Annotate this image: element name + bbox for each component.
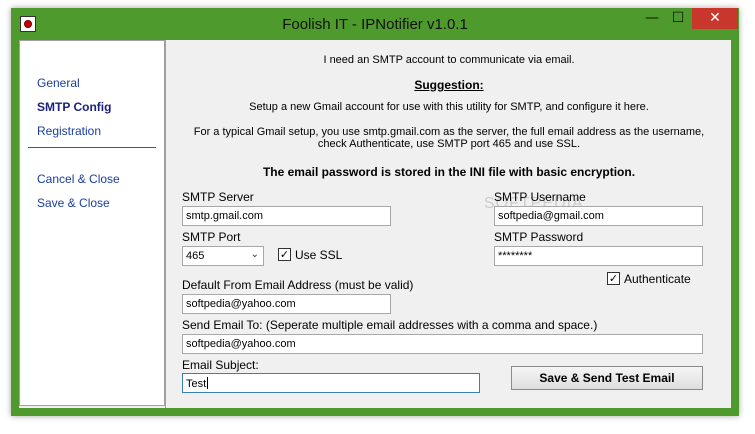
close-button[interactable]: ✕ [692,8,738,29]
smtp-port-value: 465 [186,250,205,262]
use-ssl-checkbox[interactable]: ✓ [278,248,291,261]
smtp-username-input[interactable]: softpedia@gmail.com [494,206,703,226]
save-close-link[interactable]: Save & Close [37,196,110,210]
text-caret [207,377,209,389]
suggestion-line-2a: For a typical Gmail setup, you use smtp.… [193,126,705,138]
authenticate-label[interactable]: Authenticate [624,272,691,286]
email-subject-input[interactable]: Test [182,373,480,393]
sidebar-item-smtp-config[interactable]: SMTP Config [37,100,111,114]
sidebar-item-general[interactable]: General [37,76,80,90]
smtp-config-panel: I need an SMTP account to communicate vi… [165,40,731,408]
title-bar[interactable]: Foolish IT - IPNotifier v1.0.1 — ☐ ✕ [11,8,739,40]
use-ssl-label[interactable]: Use SSL [295,248,342,262]
suggestion-line-2b: check Authenticate, use SMTP port 465 an… [317,138,581,150]
authenticate-checkbox[interactable]: ✓ [607,272,620,285]
smtp-port-label: SMTP Port [182,230,241,244]
smtp-password-label: SMTP Password [494,230,584,244]
send-to-input[interactable]: softpedia@yahoo.com [182,334,703,354]
app-window: Foolish IT - IPNotifier v1.0.1 — ☐ ✕ Gen… [11,8,739,416]
suggestion-line-1: Setup a new Gmail account for use with t… [249,101,649,113]
suggestion-heading: Suggestion: [414,78,484,92]
sidebar: General SMTP Config Registration Cancel … [19,40,165,406]
email-subject-label: Email Subject: [182,358,259,372]
send-to-label: Send Email To: (Seperate multiple email … [182,318,598,332]
smtp-server-label: SMTP Server [182,190,254,204]
minimize-button[interactable]: — [639,8,665,29]
smtp-port-select[interactable]: 465 ⌄ [182,246,264,266]
from-address-label: Default From Email Address (must be vali… [182,278,414,292]
intro-text: I need an SMTP account to communicate vi… [323,54,575,66]
sidebar-divider [28,147,156,148]
email-subject-value: Test [186,378,207,390]
chevron-down-icon: ⌄ [250,249,259,260]
sidebar-item-registration[interactable]: Registration [37,124,101,138]
smtp-server-input[interactable]: smtp.gmail.com [182,206,391,226]
maximize-button[interactable]: ☐ [665,8,691,29]
from-address-input[interactable]: softpedia@yahoo.com [182,294,391,314]
cancel-close-link[interactable]: Cancel & Close [37,172,120,186]
client-area: General SMTP Config Registration Cancel … [19,40,731,408]
smtp-password-input[interactable]: ******** [494,246,703,266]
window-title: Foolish IT - IPNotifier v1.0.1 [282,16,468,33]
encryption-note: The email password is stored in the INI … [262,165,636,179]
smtp-username-label: SMTP Username [494,190,586,204]
save-send-test-email-button[interactable]: Save & Send Test Email [511,366,703,390]
